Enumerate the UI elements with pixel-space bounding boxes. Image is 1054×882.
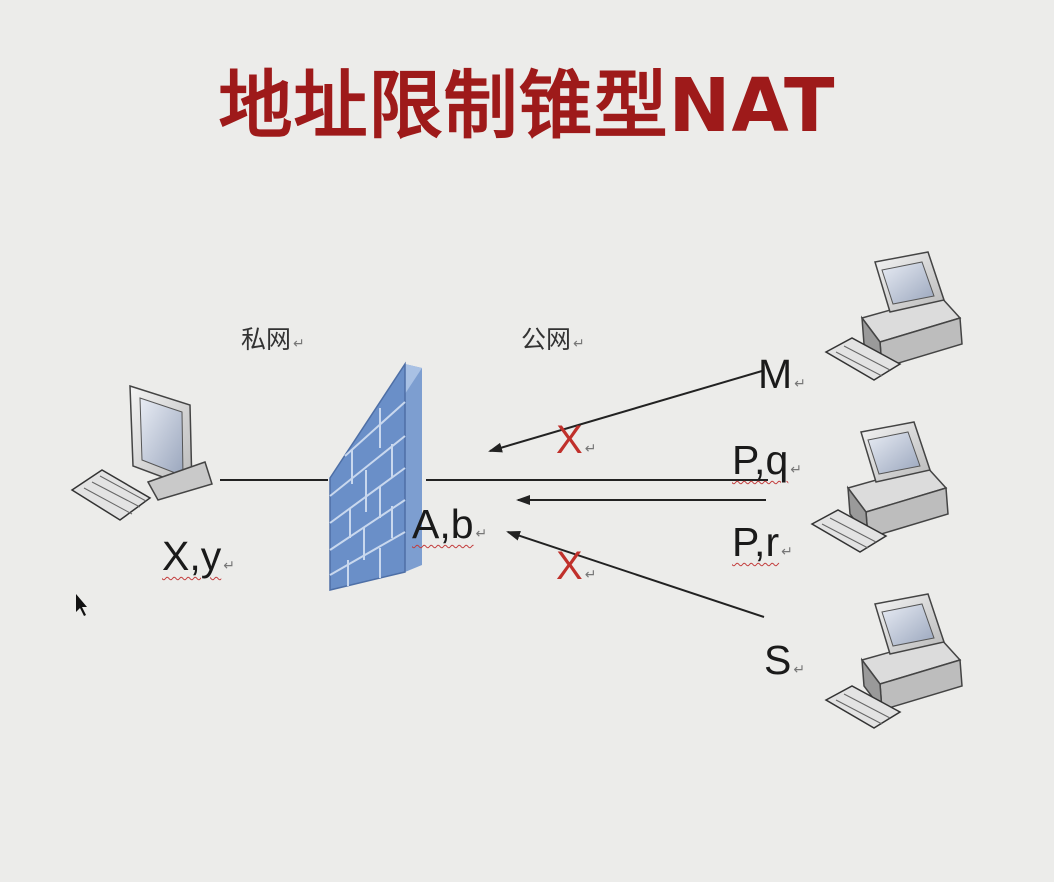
arrow-s-blocked bbox=[506, 531, 765, 618]
firewall-icon bbox=[329, 361, 422, 591]
client-computer-icon bbox=[70, 384, 213, 521]
cursor-icon bbox=[76, 594, 87, 616]
host-m-label: M ↵ bbox=[758, 351, 806, 397]
public-network-label: 公网 ↵ bbox=[521, 325, 585, 354]
page-title: 地址限制锥型NAT bbox=[218, 63, 836, 149]
private-network-label: 私网 ↵ bbox=[241, 325, 305, 354]
host-pq-label: P,q ↵ bbox=[732, 437, 802, 483]
host-s-computer-icon bbox=[824, 593, 963, 729]
nat-address-label: A,b ↵ bbox=[412, 501, 488, 547]
blocked-mark-m: X ↵ bbox=[556, 418, 597, 462]
host-p-computer-icon bbox=[810, 421, 949, 553]
host-s-label: S ↵ bbox=[764, 637, 806, 683]
blocked-mark-s: X ↵ bbox=[556, 544, 597, 588]
client-address-label: X,y ↵ bbox=[162, 533, 235, 579]
host-pr-label: P,r ↵ bbox=[732, 519, 793, 565]
host-m-computer-icon bbox=[824, 251, 963, 381]
arrow-m-blocked bbox=[488, 370, 763, 453]
slide: 地址限制锥型NAT 私网 ↵ 公网 ↵ X,y ↵ A,b ↵ M ↵ P,q ↵ P,r ↵… bbox=[0, 0, 1054, 882]
